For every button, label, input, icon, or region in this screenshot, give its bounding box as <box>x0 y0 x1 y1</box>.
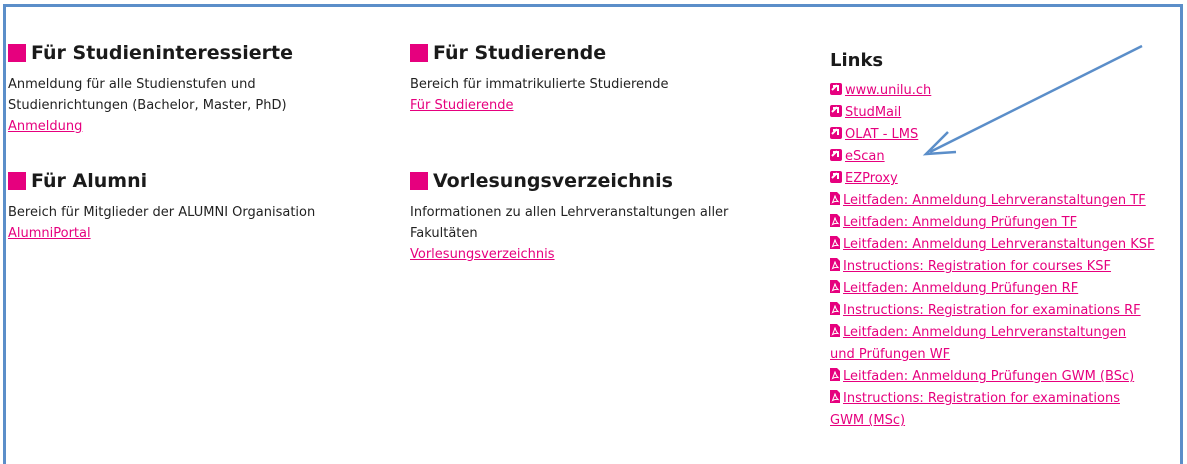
link-item-anchor[interactable]: StudMail <box>845 105 901 120</box>
link-item-anchor[interactable]: www.unilu.ch <box>845 83 931 98</box>
section-title: Für Studierende <box>433 42 607 64</box>
section-title: Für Alumni <box>31 170 148 192</box>
link-item-anchor[interactable]: Leitfaden: Anmeldung Lehrveranstaltungen… <box>830 325 1126 362</box>
section-description: Informationen zu allen Lehrveranstaltung… <box>410 202 790 265</box>
link-item-anchor[interactable]: OLAT - LMS <box>845 127 918 142</box>
link-item-anchor[interactable]: Leitfaden: Anmeldung Prüfungen RF <box>843 281 1078 296</box>
pdf-icon <box>830 191 840 205</box>
link-item: www.unilu.ch <box>830 80 1180 102</box>
link-item-anchor[interactable]: Leitfaden: Anmeldung Lehrveranstaltungen… <box>843 193 1146 208</box>
description-line: Anmeldung für alle Studienstufen und <box>8 77 256 92</box>
description-line: Fakultäten <box>410 226 478 241</box>
section-heading: Für Studieninteressierte <box>8 42 388 64</box>
pdf-icon <box>830 257 840 271</box>
link-item-anchor[interactable]: Instructions: Registration for examinati… <box>830 391 1120 428</box>
link-label: Instructions: Registration for examinati… <box>843 391 1120 406</box>
link-item: eScan <box>830 146 1180 168</box>
links-list: www.unilu.ch StudMail OLAT - LMS eScan EZPro… <box>830 80 1180 432</box>
link-item-anchor[interactable]: EZProxy <box>845 171 898 186</box>
section-title: Vorlesungsverzeichnis <box>433 170 673 192</box>
pdf-icon <box>830 389 840 403</box>
link-item: Leitfaden: Anmeldung Prüfungen GWM (BSc) <box>830 366 1180 388</box>
pdf-icon <box>830 301 840 315</box>
link-label: und Prüfungen WF <box>830 347 951 362</box>
link-item-anchor[interactable]: Leitfaden: Anmeldung Prüfungen TF <box>843 215 1077 230</box>
vorlesungsverzeichnis-link[interactable]: Vorlesungsverzeichnis <box>410 247 555 262</box>
link-item: Leitfaden: Anmeldung Prüfungen RF <box>830 278 1180 300</box>
section-studieninteressierte: Für Studieninteressierte Anmeldung für a… <box>8 42 388 137</box>
link-item: Leitfaden: Anmeldung Prüfungen TF <box>830 212 1180 234</box>
external-link-icon <box>830 171 842 183</box>
section-heading: Für Alumni <box>8 170 388 192</box>
pdf-icon <box>830 235 840 249</box>
external-link-icon <box>830 105 842 117</box>
link-item: Leitfaden: Anmeldung Lehrveranstaltungen… <box>830 322 1180 366</box>
link-item-anchor[interactable]: Instructions: Registration for courses K… <box>843 259 1111 274</box>
anmeldung-link[interactable]: Anmeldung <box>8 119 82 134</box>
external-link-icon <box>830 149 842 161</box>
section-alumni: Für Alumni Bereich für Mitglieder der AL… <box>8 170 388 244</box>
pink-square-icon <box>8 44 26 62</box>
external-link-icon <box>830 83 842 95</box>
external-link-icon <box>830 127 842 139</box>
link-item-anchor[interactable]: Leitfaden: Anmeldung Lehrveranstaltungen… <box>843 237 1155 252</box>
section-heading: Vorlesungsverzeichnis <box>410 170 790 192</box>
pdf-icon <box>830 279 840 293</box>
section-description: Bereich für immatrikulierte Studierende … <box>410 74 790 116</box>
pink-square-icon <box>410 44 428 62</box>
pink-square-icon <box>8 172 26 190</box>
link-item: Leitfaden: Anmeldung Lehrveranstaltungen… <box>830 190 1180 212</box>
alumniportal-link[interactable]: AlumniPortal <box>8 226 91 241</box>
section-title: Für Studieninteressierte <box>31 42 293 64</box>
description-line: Bereich für immatrikulierte Studierende <box>410 77 669 92</box>
link-item: EZProxy <box>830 168 1180 190</box>
description-line: Studienrichtungen (Bachelor, Master, PhD… <box>8 98 287 113</box>
links-title: Links <box>830 50 884 71</box>
link-label: Leitfaden: Anmeldung Lehrveranstaltungen <box>843 325 1127 340</box>
section-heading: Für Studierende <box>410 42 790 64</box>
link-item-anchor[interactable]: eScan <box>845 149 885 164</box>
studierende-link[interactable]: Für Studierende <box>410 98 513 113</box>
link-label: GWM (MSc) <box>830 413 906 428</box>
link-item: OLAT - LMS <box>830 124 1180 146</box>
link-item-anchor[interactable]: Leitfaden: Anmeldung Prüfungen GWM (BSc) <box>843 369 1134 384</box>
section-studierende: Für Studierende Bereich für immatrikulie… <box>410 42 790 116</box>
section-vorlesungsverzeichnis: Vorlesungsverzeichnis Informationen zu a… <box>410 170 790 265</box>
description-line: Bereich für Mitglieder der ALUMNI Organi… <box>8 205 316 220</box>
links-panel: Links www.unilu.ch StudMail OLAT - LMS eSca… <box>830 50 1180 432</box>
pink-square-icon <box>410 172 428 190</box>
link-item: Instructions: Registration for courses K… <box>830 256 1180 278</box>
link-item-anchor[interactable]: Instructions: Registration for examinati… <box>843 303 1141 318</box>
section-description: Anmeldung für alle Studienstufen und Stu… <box>8 74 388 137</box>
description-line: Informationen zu allen Lehrveranstaltung… <box>410 205 729 220</box>
section-description: Bereich für Mitglieder der ALUMNI Organi… <box>8 202 388 244</box>
link-item: StudMail <box>830 102 1180 124</box>
pdf-icon <box>830 323 840 337</box>
link-item: Instructions: Registration for examinati… <box>830 388 1180 432</box>
link-item: Leitfaden: Anmeldung Lehrveranstaltungen… <box>830 234 1180 256</box>
pdf-icon <box>830 367 840 381</box>
pdf-icon <box>830 213 840 227</box>
link-item: Instructions: Registration for examinati… <box>830 300 1180 322</box>
